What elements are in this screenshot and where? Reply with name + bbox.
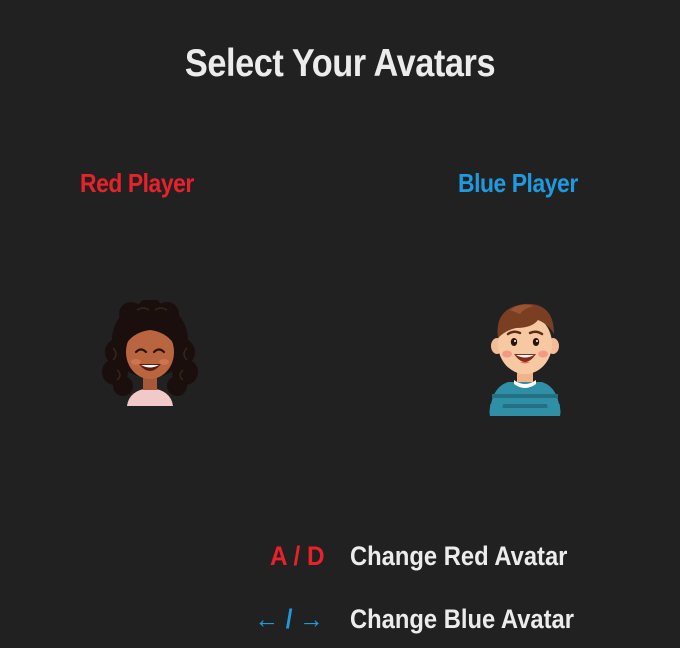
girl-curly-hair-avatar-icon — [102, 297, 198, 406]
red-player-avatar[interactable] — [101, 297, 199, 406]
blue-avatar-keys: ← / → — [255, 604, 324, 634]
red-avatar-keys: A / D — [269, 541, 324, 571]
red-avatar-action: Change Red Avatar — [350, 541, 568, 571]
blue-player-label: Blue Player — [458, 168, 578, 198]
page-title: Select Your Avatars — [184, 42, 496, 85]
blue-player-avatar[interactable] — [484, 294, 566, 416]
avatar-select-screen: Select Your Avatars Red Player Blue Play… — [0, 0, 680, 648]
control-row-red: A / D Change Red Avatar — [0, 541, 680, 577]
red-player-label: Red Player — [80, 168, 194, 198]
control-row-blue: ← / → Change Blue Avatar — [0, 604, 680, 640]
boy-teal-shirt-avatar-icon — [489, 303, 561, 416]
blue-avatar-action: Change Blue Avatar — [350, 604, 575, 634]
